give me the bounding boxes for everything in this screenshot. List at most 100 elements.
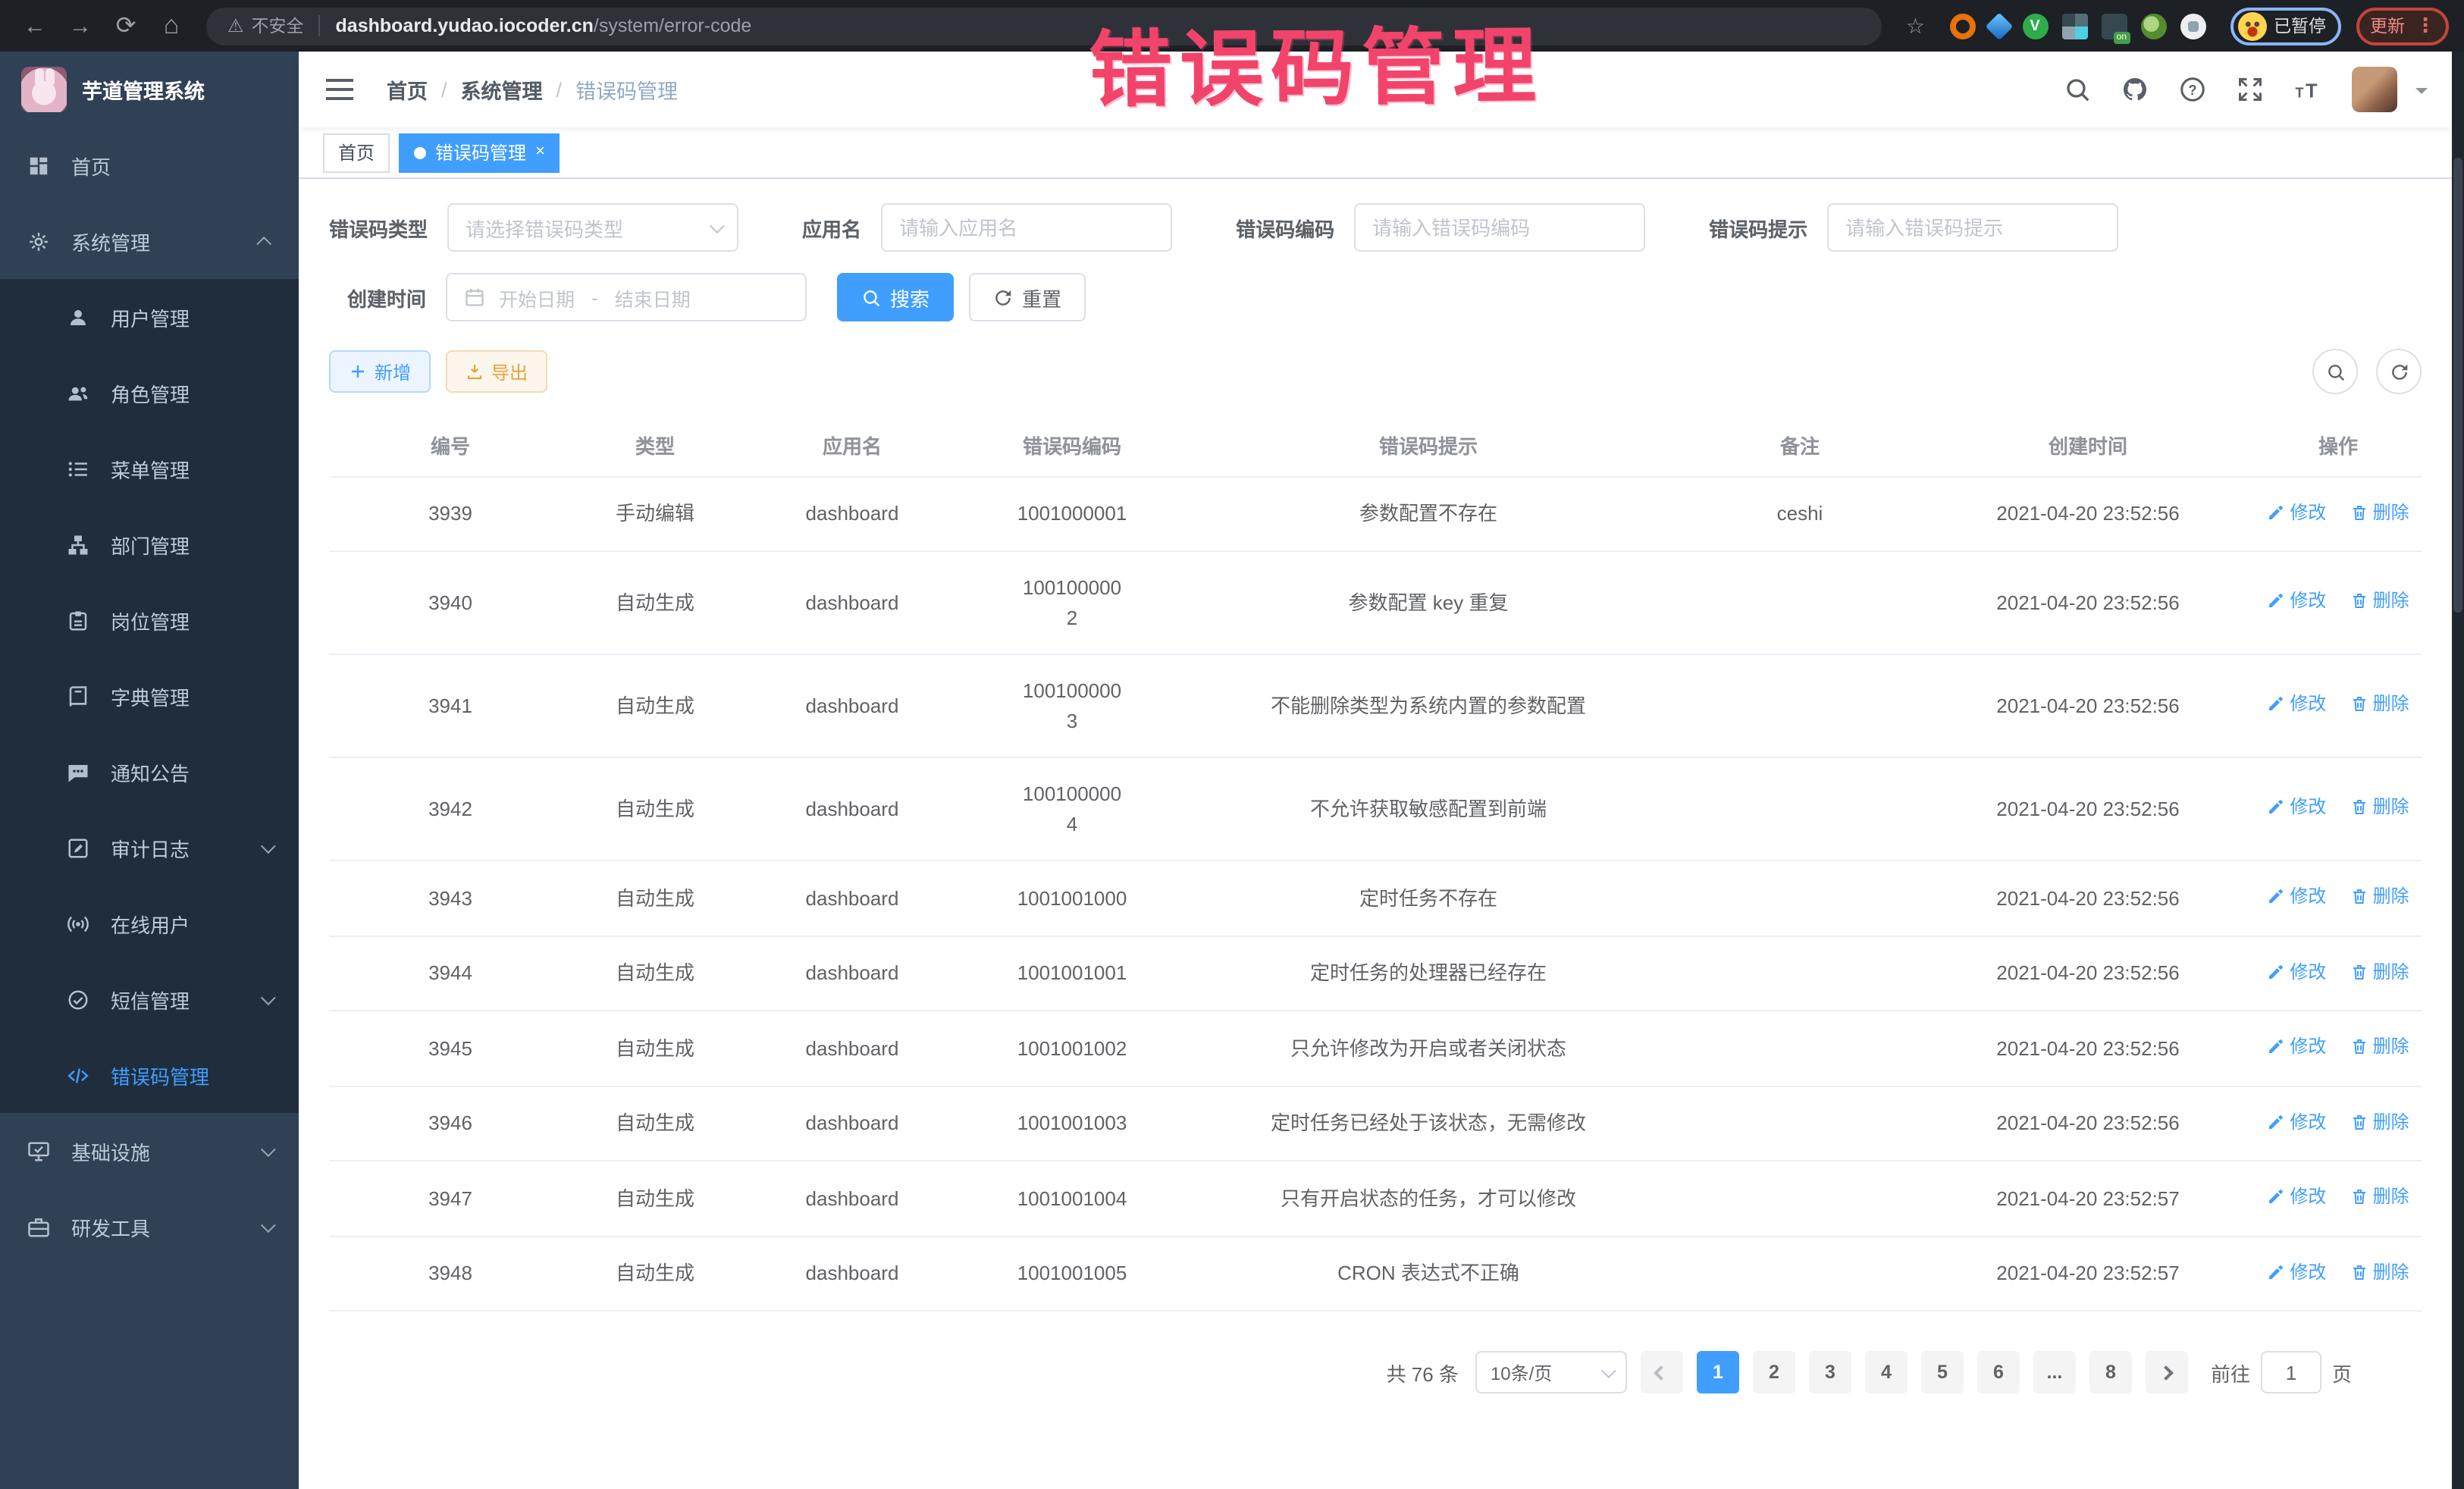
breadcrumb-home[interactable]: 首页 (387, 74, 428, 105)
hamburger-icon[interactable] (326, 79, 353, 82)
edit-link[interactable]: 修改 (2267, 794, 2326, 821)
export-button[interactable]: 导出 (446, 350, 547, 393)
edit-link[interactable]: 修改 (2267, 1258, 2326, 1285)
page-button-5[interactable]: 5 (1921, 1351, 1964, 1393)
sidebar-item-dev-tools[interactable]: 研发工具 (0, 1189, 299, 1265)
sidebar-item-infrastructure[interactable]: 基础设施 (0, 1113, 299, 1189)
sidebar-item-audit-logs[interactable]: 审计日志 (0, 810, 299, 886)
table-row[interactable]: 3947 自动生成 dashboard 1001001004 只有开启状态的任务… (329, 1161, 2422, 1236)
fullscreen-icon[interactable] (2237, 76, 2264, 103)
search-button[interactable]: 搜索 (837, 273, 954, 321)
error-code-type-select[interactable]: 请选择错误码类型 (447, 203, 738, 252)
refresh-table-button[interactable] (2376, 349, 2422, 394)
search-icon[interactable] (2064, 76, 2091, 103)
browser-profile-button[interactable]: 已暂停 (2230, 7, 2341, 45)
sidebar-item-announcements[interactable]: 通知公告 (0, 734, 299, 810)
prev-page-button[interactable] (1641, 1351, 1683, 1393)
edit-link[interactable]: 修改 (2267, 1108, 2326, 1135)
delete-link[interactable]: 删除 (2350, 882, 2409, 910)
scrollbar-thumb[interactable] (2453, 158, 2462, 613)
app-logo[interactable]: 芋道管理系统 (0, 52, 299, 127)
edit-link[interactable]: 修改 (2267, 588, 2326, 615)
tab-error-code-management[interactable]: 错误码管理 (399, 133, 560, 172)
table-row[interactable]: 3941 自动生成 dashboard 100100000 3 不能删除类型为系… (329, 654, 2422, 757)
bookmark-star-icon[interactable] (1906, 13, 1925, 39)
extension-icon[interactable] (2022, 13, 2048, 39)
sidebar-item-online-users[interactable]: 在线用户 (0, 886, 299, 961)
github-icon[interactable] (2121, 76, 2149, 103)
delete-link[interactable]: 删除 (2350, 1258, 2409, 1285)
extension-icon[interactable] (1949, 13, 1975, 39)
sidebar-item-department-management[interactable]: 部门管理 (0, 506, 299, 582)
extension-icon[interactable] (1985, 12, 2013, 40)
toggle-search-button[interactable] (2312, 349, 2358, 394)
browser-home-icon[interactable] (152, 6, 191, 45)
extension-icon[interactable] (2061, 13, 2087, 39)
page-button-6[interactable]: 6 (1977, 1351, 2020, 1393)
delete-link[interactable]: 删除 (2350, 691, 2409, 718)
sidebar-item-position-management[interactable]: 岗位管理 (0, 582, 299, 658)
table-row[interactable]: 3945 自动生成 dashboard 1001001002 只允许修改为开启或… (329, 1011, 2422, 1086)
breadcrumb-system[interactable]: 系统管理 (461, 74, 543, 105)
error-code-input[interactable] (1354, 203, 1645, 252)
edit-link[interactable]: 修改 (2267, 498, 2326, 525)
extension-icon[interactable] (2140, 13, 2166, 39)
not-secure-badge[interactable]: 不安全 (227, 14, 304, 38)
table-row[interactable]: 3939 手动编辑 dashboard 1001000001 参数配置不存在 c… (329, 476, 2422, 551)
sidebar-item-system-management[interactable]: 系统管理 (0, 203, 299, 279)
sidebar-item-sms-management[interactable]: 短信管理 (0, 961, 299, 1037)
add-button[interactable]: 新增 (329, 350, 431, 393)
table-row[interactable]: 3940 自动生成 dashboard 100100000 2 参数配置 key… (329, 551, 2422, 654)
user-avatar[interactable] (2352, 67, 2397, 112)
error-hint-input[interactable] (1827, 203, 2118, 252)
app-name-input[interactable] (881, 203, 1172, 252)
delete-link[interactable]: 删除 (2350, 794, 2409, 821)
sidebar-item-error-code-management[interactable]: 错误码管理 (0, 1037, 299, 1113)
delete-link[interactable]: 删除 (2350, 958, 2409, 985)
sidebar-item-home[interactable]: 首页 (0, 127, 299, 203)
address-bar[interactable]: 不安全 dashboard.yudao.iocoder.cn/system/er… (206, 7, 1882, 45)
next-page-button[interactable] (2146, 1351, 2188, 1393)
sidebar-item-dictionary-management[interactable]: 字典管理 (0, 658, 299, 734)
extension-icon[interactable] (2101, 13, 2127, 39)
browser-update-button[interactable]: 更新 (2356, 7, 2449, 45)
page-button-1[interactable]: 1 (1697, 1351, 1739, 1393)
browser-back-icon[interactable] (15, 6, 55, 45)
sidebar-item-role-management[interactable]: 角色管理 (0, 355, 299, 431)
font-size-icon[interactable] (2294, 76, 2321, 103)
delete-link[interactable]: 删除 (2350, 588, 2409, 615)
browser-scrollbar[interactable] (2452, 52, 2464, 1489)
edit-link[interactable]: 修改 (2267, 1033, 2326, 1060)
close-icon[interactable] (535, 144, 545, 161)
table-row[interactable]: 3942 自动生成 dashboard 100100000 4 不允许获取敏感配… (329, 757, 2422, 860)
browser-menu-icon[interactable] (2415, 14, 2435, 38)
help-icon[interactable] (2179, 76, 2206, 103)
table-row[interactable]: 3944 自动生成 dashboard 1001001001 定时任务的处理器已… (329, 936, 2422, 1011)
date-range-picker[interactable]: 开始日期 - 结束日期 (446, 273, 807, 321)
edit-link[interactable]: 修改 (2267, 882, 2326, 910)
tab-home[interactable]: 首页 (323, 133, 390, 172)
more-pages-button[interactable]: ... (2033, 1351, 2076, 1393)
edit-link[interactable]: 修改 (2267, 958, 2326, 985)
delete-link[interactable]: 删除 (2350, 1033, 2409, 1060)
edit-link[interactable]: 修改 (2267, 1183, 2326, 1210)
caret-down-icon[interactable] (2415, 87, 2428, 99)
page-button-4[interactable]: 4 (1865, 1351, 1908, 1393)
page-size-select[interactable]: 10条/页 (1475, 1351, 1627, 1393)
page-button-8[interactable]: 8 (2089, 1351, 2132, 1393)
sidebar-item-menu-management[interactable]: 菜单管理 (0, 431, 299, 506)
page-button-3[interactable]: 3 (1809, 1351, 1851, 1393)
browser-reload-icon[interactable] (106, 6, 146, 45)
goto-page-input[interactable] (2261, 1351, 2321, 1393)
table-row[interactable]: 3946 自动生成 dashboard 1001001003 定时任务已经处于该… (329, 1086, 2422, 1161)
table-row[interactable]: 3943 自动生成 dashboard 1001001000 定时任务不存在 2… (329, 860, 2422, 936)
delete-link[interactable]: 删除 (2350, 1108, 2409, 1135)
browser-forward-icon[interactable] (61, 6, 100, 45)
edit-link[interactable]: 修改 (2267, 691, 2326, 718)
delete-link[interactable]: 删除 (2350, 1183, 2409, 1210)
reset-button[interactable]: 重置 (969, 273, 1086, 321)
delete-link[interactable]: 删除 (2350, 498, 2409, 525)
extensions-puzzle-icon[interactable] (2180, 13, 2205, 39)
page-button-2[interactable]: 2 (1753, 1351, 1795, 1393)
sidebar-item-user-management[interactable]: 用户管理 (0, 279, 299, 355)
